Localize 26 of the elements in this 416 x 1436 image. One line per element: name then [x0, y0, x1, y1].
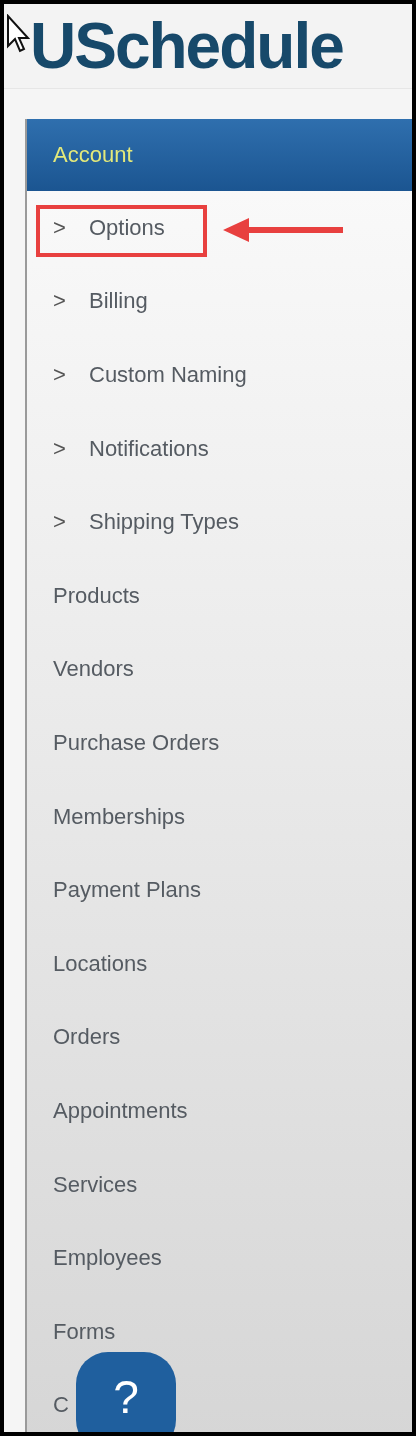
- sidebar-item[interactable]: Payment Plans: [53, 877, 201, 904]
- sidebar-item[interactable]: Memberships: [53, 803, 186, 830]
- sidebar-item[interactable]: Vendors: [53, 656, 134, 683]
- sidebar-item[interactable]: Products: [53, 582, 140, 609]
- sidebar-item[interactable]: Appointments: [53, 1097, 188, 1124]
- sidebar-item[interactable]: Options: [89, 214, 165, 241]
- chevron-marker: >: [53, 509, 67, 536]
- sidebar-header-title: Account: [53, 142, 133, 168]
- sidebar-item[interactable]: Orders: [53, 1024, 121, 1051]
- chevron-marker: >: [53, 288, 67, 315]
- sidebar-item[interactable]: Employees: [53, 1245, 162, 1272]
- chevron-marker: >: [53, 214, 67, 241]
- sidebar-item[interactable]: Forms: [53, 1318, 116, 1345]
- chevron-marker: >: [53, 362, 67, 388]
- sidebar-item[interactable]: Custom Naming: [89, 362, 247, 388]
- sidebar-item[interactable]: Services: [53, 1171, 138, 1198]
- logo: USchedule: [30, 14, 343, 78]
- sidebar-item[interactable]: Locations: [53, 950, 148, 977]
- sidebar-item[interactable]: Notifications: [89, 435, 209, 462]
- chevron-marker: >: [53, 435, 67, 462]
- sidebar-item[interactable]: Billing: [89, 288, 148, 315]
- sidebar-item[interactable]: Purchase Orders: [53, 729, 220, 756]
- sidebar-item[interactable]: C: [53, 1392, 69, 1419]
- help-button[interactable]: ?: [76, 1352, 176, 1432]
- sidebar-item[interactable]: Shipping Types: [89, 509, 240, 536]
- arrow-icon: [223, 217, 345, 243]
